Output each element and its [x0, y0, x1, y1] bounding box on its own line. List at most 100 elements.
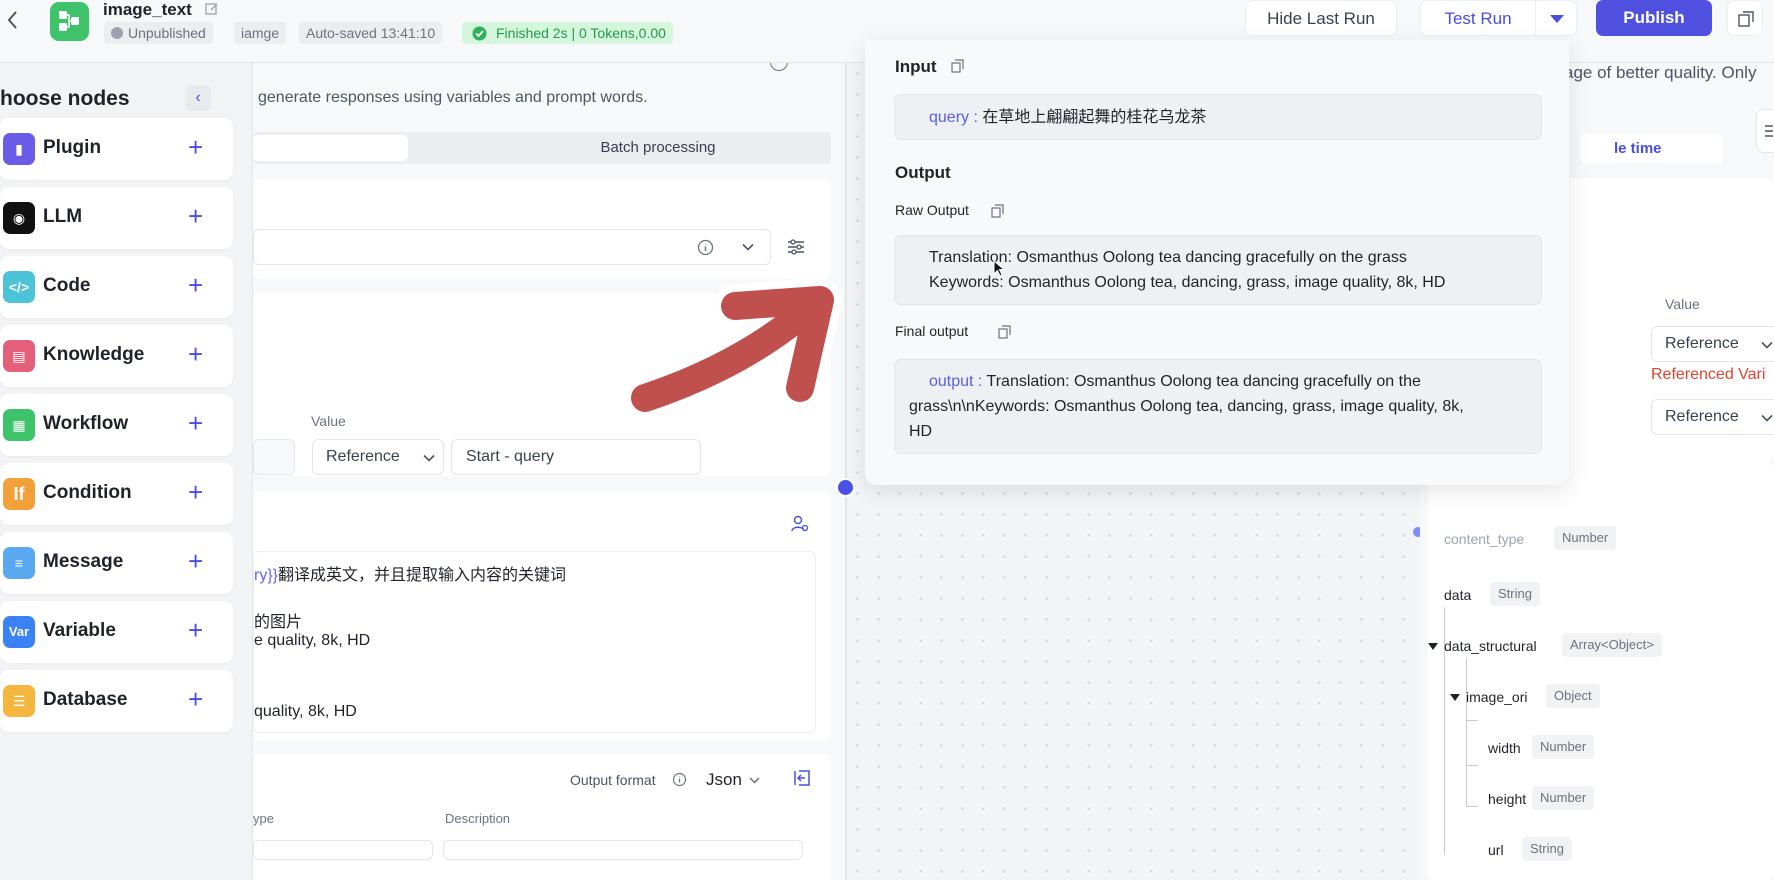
- creator-badge: iamge: [234, 22, 287, 44]
- add-node-icon[interactable]: +: [188, 339, 203, 369]
- model-select[interactable]: [253, 229, 771, 265]
- workflow-icon: ▦: [3, 409, 35, 441]
- output-port-handle[interactable]: [836, 478, 855, 497]
- chevron-down-icon: [1761, 341, 1773, 349]
- prompt-line: e quality, 8k, HD: [254, 632, 371, 649]
- prompt-variable: ry}}: [254, 567, 279, 584]
- collapse-panel-button[interactable]: ‹: [185, 85, 211, 111]
- input-value-line: query : 在草地上翩翩起舞的桂花乌龙茶: [929, 105, 1206, 130]
- description-column-header: Description: [445, 811, 511, 826]
- add-node-icon[interactable]: +: [188, 546, 203, 576]
- output-type-field[interactable]: [253, 840, 433, 860]
- prompt-line: ry}}翻译成英文，并且提取输入内容的关键词: [254, 561, 566, 585]
- prompt-section: ry}}翻译成英文，并且提取输入内容的关键词 的图片 e quality, 8k…: [253, 491, 831, 741]
- add-node-icon[interactable]: +: [188, 132, 203, 162]
- tab-single[interactable]: [253, 135, 408, 161]
- llm-icon: ◉: [3, 202, 35, 234]
- node-item-message[interactable]: ≡ Message +: [0, 532, 233, 594]
- caret-down-icon[interactable]: [1450, 694, 1460, 701]
- info-icon[interactable]: [672, 772, 687, 787]
- final-output-value: Translation: Osmanthus Oolong tea dancin…: [986, 373, 1421, 390]
- edit-icon[interactable]: [205, 2, 219, 16]
- node-item-database[interactable]: ☰ Database +: [0, 670, 233, 732]
- add-node-icon[interactable]: +: [188, 270, 203, 300]
- knowledge-icon: ▤: [3, 340, 35, 372]
- node-description: generate responses using variables and p…: [258, 89, 648, 106]
- add-node-icon[interactable]: +: [188, 615, 203, 645]
- reference-select[interactable]: Reference: [1651, 399, 1774, 435]
- back-arrow-icon[interactable]: [4, 8, 22, 32]
- tree-field-name: image_ori: [1466, 689, 1528, 705]
- prompt-editor[interactable]: ry}}翻译成英文，并且提取输入内容的关键词 的图片 e quality, 8k…: [253, 551, 816, 733]
- model-settings-icon[interactable]: [787, 239, 805, 255]
- user-settings-icon[interactable]: [791, 515, 809, 533]
- node-item-workflow[interactable]: ▦ Workflow +: [0, 394, 233, 456]
- output-description-field[interactable]: [443, 840, 803, 860]
- add-node-icon[interactable]: +: [188, 201, 203, 231]
- node-label: Plugin: [43, 137, 102, 158]
- node-item-variable[interactable]: Var Variable +: [0, 601, 233, 663]
- reference-select-value: Reference: [326, 448, 400, 465]
- node-label: Message: [43, 551, 124, 572]
- run-status-text: Finished 2s | 0 Tokens,0.00: [496, 25, 666, 41]
- publish-status-text: Unpublished: [128, 25, 206, 41]
- tree-field-name: height: [1488, 791, 1527, 807]
- query-reference-select[interactable]: Start - query: [451, 439, 701, 475]
- prompt-line-text: 翻译成英文，并且提取输入内容的关键词: [278, 567, 567, 584]
- reference-select-value: Reference: [1665, 408, 1739, 425]
- reference-select[interactable]: Reference: [1651, 326, 1774, 362]
- node-item-llm[interactable]: ◉ LLM +: [0, 187, 233, 249]
- add-node-icon[interactable]: +: [188, 408, 203, 438]
- caret-down-icon: [1550, 15, 1564, 23]
- copy-icon[interactable]: [998, 325, 1012, 339]
- input-title: Input: [895, 57, 937, 76]
- tab-batch-processing[interactable]: Batch processing: [558, 132, 758, 164]
- query-reference-value: Start - query: [466, 448, 555, 465]
- info-icon[interactable]: [697, 239, 714, 256]
- node-item-condition[interactable]: If Condition +: [0, 463, 233, 525]
- reference-select[interactable]: Reference: [312, 439, 444, 475]
- variable-icon: Var: [3, 616, 35, 648]
- tree-field-name: data_structural: [1444, 638, 1537, 654]
- final-output-box: output : Translation: Osmanthus Oolong t…: [894, 359, 1542, 454]
- status-dot-icon: [111, 27, 123, 39]
- more-menu-button[interactable]: [1756, 109, 1774, 153]
- input-value: 在草地上翩翩起舞的桂花乌龙茶: [982, 109, 1207, 126]
- tree-field-type: Object: [1546, 684, 1600, 708]
- tree-field-type: Number: [1532, 735, 1595, 759]
- node-item-plugin[interactable]: ▮ Plugin +: [0, 118, 233, 180]
- copy-icon[interactable]: [951, 59, 965, 73]
- test-run-button[interactable]: Test Run: [1420, 0, 1535, 36]
- annotation-arrow: [625, 278, 842, 420]
- output-format-select[interactable]: Json: [706, 770, 742, 790]
- final-output-title: Final output: [895, 323, 969, 339]
- node-label: Code: [43, 275, 91, 296]
- variable-name-input[interactable]: [253, 439, 295, 475]
- tab-label: le time: [1614, 140, 1662, 157]
- tree-field-type: Number: [1554, 526, 1617, 550]
- final-output-key: output :: [929, 373, 987, 390]
- collapse-output-icon[interactable]: [793, 769, 811, 787]
- add-node-icon[interactable]: +: [188, 477, 203, 507]
- node-label: Knowledge: [43, 344, 145, 365]
- hide-last-run-button[interactable]: Hide Last Run: [1245, 0, 1397, 36]
- node-label: Workflow: [43, 413, 129, 434]
- output-format-label: Output format: [570, 772, 656, 788]
- chevron-down-icon: [1761, 414, 1773, 422]
- publish-button[interactable]: Publish: [1596, 0, 1712, 36]
- node-item-knowledge[interactable]: ▤ Knowledge +: [0, 325, 233, 387]
- test-run-dropdown-button[interactable]: [1535, 0, 1577, 36]
- code-icon: </>: [3, 271, 35, 303]
- message-icon: ≡: [3, 547, 35, 579]
- tree-field-name: data: [1444, 587, 1472, 603]
- expand-button[interactable]: [1727, 0, 1763, 36]
- publish-status-badge: Unpublished: [104, 22, 213, 44]
- output-title: Output: [895, 163, 951, 182]
- help-icon[interactable]: [770, 63, 788, 71]
- add-node-icon[interactable]: +: [188, 684, 203, 714]
- tab-time-mode[interactable]: le time: [1580, 134, 1723, 163]
- caret-down-icon[interactable]: [1428, 643, 1438, 650]
- copy-icon[interactable]: [991, 204, 1005, 218]
- input-key: query :: [929, 109, 983, 126]
- node-item-code[interactable]: </> Code +: [0, 256, 233, 318]
